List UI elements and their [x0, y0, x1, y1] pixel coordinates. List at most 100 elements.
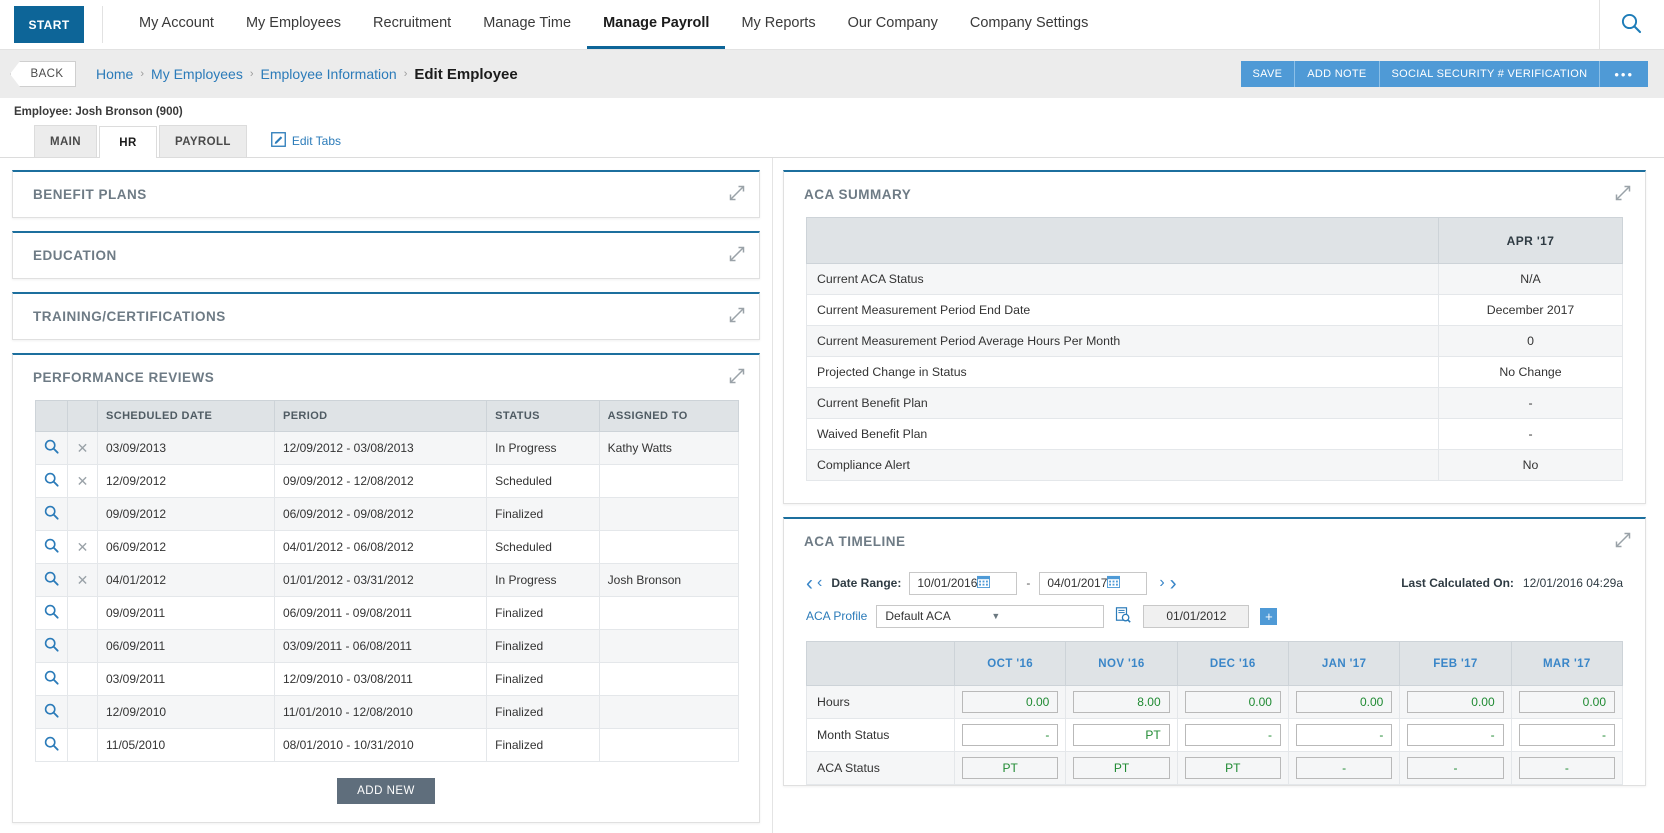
- timeline-value-input[interactable]: -: [1407, 757, 1503, 779]
- timeline-value-input[interactable]: PT: [1073, 757, 1169, 779]
- close-icon[interactable]: ✕: [77, 473, 89, 489]
- expand-icon[interactable]: [1615, 532, 1631, 551]
- cell-scheduled-date: 03/09/2011: [98, 663, 275, 696]
- timeline-cell: 0.00: [1177, 686, 1288, 719]
- nav-item-my-account[interactable]: My Account: [123, 0, 230, 49]
- timeline-value-input[interactable]: -: [1519, 724, 1615, 746]
- breadcrumb-bar: BACK Home›My Employees›Employee Informat…: [0, 50, 1664, 98]
- last-page-icon[interactable]: ›: [1170, 573, 1177, 594]
- panel-education[interactable]: EDUCATION: [12, 231, 760, 279]
- calendar-icon[interactable]: [977, 575, 1012, 591]
- close-icon[interactable]: ✕: [77, 440, 89, 456]
- table-row[interactable]: 11/05/201008/01/2010 - 10/31/2010Finaliz…: [36, 729, 739, 762]
- date-to-input[interactable]: 04/01/2017: [1039, 572, 1147, 595]
- expand-icon[interactable]: [729, 185, 745, 204]
- view-cell: [36, 630, 68, 663]
- table-row[interactable]: ✕12/09/201209/09/2012 - 12/08/2012Schedu…: [36, 465, 739, 498]
- magnifier-icon[interactable]: [44, 740, 59, 754]
- add-new-button[interactable]: ADD NEW: [337, 778, 435, 804]
- table-row[interactable]: ✕04/01/201201/01/2012 - 03/31/2012In Pro…: [36, 564, 739, 597]
- nav-item-my-employees[interactable]: My Employees: [230, 0, 357, 49]
- column-header-blank-0: [36, 401, 68, 432]
- add-note-button[interactable]: ADD NOTE: [1295, 61, 1379, 87]
- table-row[interactable]: ✕06/09/201204/01/2012 - 06/08/2012Schedu…: [36, 531, 739, 564]
- table-row[interactable]: 09/09/201106/09/2011 - 09/08/2011Finaliz…: [36, 597, 739, 630]
- expand-icon[interactable]: [729, 307, 745, 326]
- timeline-value-input[interactable]: 0.00: [1407, 691, 1503, 713]
- more-actions-button[interactable]: •••: [1600, 61, 1648, 87]
- timeline-value-input[interactable]: PT: [1073, 724, 1169, 746]
- breadcrumb-link-employee-information[interactable]: Employee Information: [261, 66, 397, 82]
- table-row[interactable]: 12/09/201011/01/2010 - 12/08/2010Finaliz…: [36, 696, 739, 729]
- last-calculated: Last Calculated On:12/01/2016 04:29a: [1401, 576, 1623, 590]
- magnifier-icon[interactable]: [44, 674, 59, 688]
- blank-header: [807, 642, 955, 686]
- edit-tabs-button[interactable]: Edit Tabs: [271, 132, 341, 150]
- timeline-value-input[interactable]: 0.00: [1185, 691, 1281, 713]
- magnifier-icon[interactable]: [44, 443, 59, 457]
- edit-pencil-icon: [271, 132, 286, 150]
- expand-icon[interactable]: [729, 246, 745, 265]
- magnifier-icon[interactable]: [44, 707, 59, 721]
- cell-period: 12/09/2010 - 03/08/2011: [274, 663, 486, 696]
- table-row[interactable]: 06/09/201103/09/2011 - 06/08/2011Finaliz…: [36, 630, 739, 663]
- ssn-verification-button[interactable]: SOCIAL SECURITY # VERIFICATION: [1380, 61, 1601, 87]
- expand-icon[interactable]: [729, 368, 745, 387]
- timeline-value-input[interactable]: PT: [962, 757, 1058, 779]
- magnifier-icon[interactable]: [44, 641, 59, 655]
- timeline-value-input[interactable]: -: [1296, 724, 1392, 746]
- magnifier-icon[interactable]: [44, 575, 59, 589]
- magnifier-icon[interactable]: [44, 476, 59, 490]
- last-calculated-value: 12/01/2016 04:29a: [1514, 576, 1623, 590]
- timeline-value-input[interactable]: 0.00: [962, 691, 1058, 713]
- nav-item-my-reports[interactable]: My Reports: [725, 0, 831, 49]
- nav-item-manage-time[interactable]: Manage Time: [467, 0, 587, 49]
- panel-training-certifications[interactable]: TRAINING/CERTIFICATIONS: [12, 292, 760, 340]
- prev-page-icon[interactable]: ‹: [817, 575, 822, 591]
- timeline-value-input[interactable]: -: [1519, 757, 1615, 779]
- back-button[interactable]: BACK: [10, 61, 76, 87]
- breadcrumb-link-my-employees[interactable]: My Employees: [151, 66, 243, 82]
- calendar-icon[interactable]: [1107, 575, 1142, 591]
- profile-lookup-icon[interactable]: [1115, 607, 1131, 626]
- add-new-wrap: ADD NEW: [13, 762, 759, 822]
- magnifier-icon[interactable]: [44, 509, 59, 523]
- timeline-value-input[interactable]: 0.00: [1296, 691, 1392, 713]
- summary-row: Current ACA StatusN/A: [807, 264, 1623, 295]
- aca-profile-select[interactable]: Default ACA ▼: [876, 605, 1104, 628]
- timeline-value-input[interactable]: PT: [1185, 757, 1281, 779]
- tab-hr[interactable]: HR: [99, 126, 157, 158]
- timeline-value-input[interactable]: -: [1296, 757, 1392, 779]
- close-icon[interactable]: ✕: [77, 572, 89, 588]
- add-profile-button[interactable]: +: [1260, 608, 1277, 625]
- tab-payroll[interactable]: PAYROLL: [159, 125, 247, 157]
- next-page-icon[interactable]: ›: [1159, 575, 1164, 591]
- timeline-value-input[interactable]: 0.00: [1519, 691, 1615, 713]
- timeline-value-input[interactable]: -: [1407, 724, 1503, 746]
- magnifier-icon[interactable]: [44, 608, 59, 622]
- tab-main[interactable]: MAIN: [34, 125, 97, 157]
- table-row[interactable]: 03/09/201112/09/2010 - 03/08/2011Finaliz…: [36, 663, 739, 696]
- table-row[interactable]: ✕03/09/201312/09/2012 - 03/08/2013In Pro…: [36, 432, 739, 465]
- date-from-input[interactable]: 10/01/2016: [909, 572, 1017, 595]
- nav-item-our-company[interactable]: Our Company: [832, 0, 954, 49]
- close-icon[interactable]: ✕: [77, 539, 89, 555]
- cell-period: 01/01/2012 - 03/31/2012: [274, 564, 486, 597]
- start-button[interactable]: START: [14, 6, 84, 43]
- nav-item-company-settings[interactable]: Company Settings: [954, 0, 1104, 49]
- save-button[interactable]: SAVE: [1241, 61, 1296, 87]
- timeline-value-input[interactable]: -: [1185, 724, 1281, 746]
- expand-icon[interactable]: [1615, 185, 1631, 204]
- panel-benefit-plans[interactable]: BENEFIT PLANS: [12, 170, 760, 218]
- search-icon[interactable]: [1620, 12, 1642, 37]
- breadcrumb-link-home[interactable]: Home: [96, 66, 133, 82]
- nav-item-recruitment[interactable]: Recruitment: [357, 0, 467, 49]
- table-row[interactable]: 09/09/201206/09/2012 - 09/08/2012Finaliz…: [36, 498, 739, 531]
- magnifier-icon[interactable]: [44, 542, 59, 556]
- aca-profile-row: ACA Profile Default ACA ▼: [806, 601, 1623, 631]
- chevron-down-icon: ▼: [991, 611, 1097, 621]
- timeline-value-input[interactable]: 8.00: [1073, 691, 1169, 713]
- nav-item-manage-payroll[interactable]: Manage Payroll: [587, 0, 725, 49]
- first-page-icon[interactable]: ‹: [806, 573, 813, 594]
- timeline-value-input[interactable]: -: [962, 724, 1058, 746]
